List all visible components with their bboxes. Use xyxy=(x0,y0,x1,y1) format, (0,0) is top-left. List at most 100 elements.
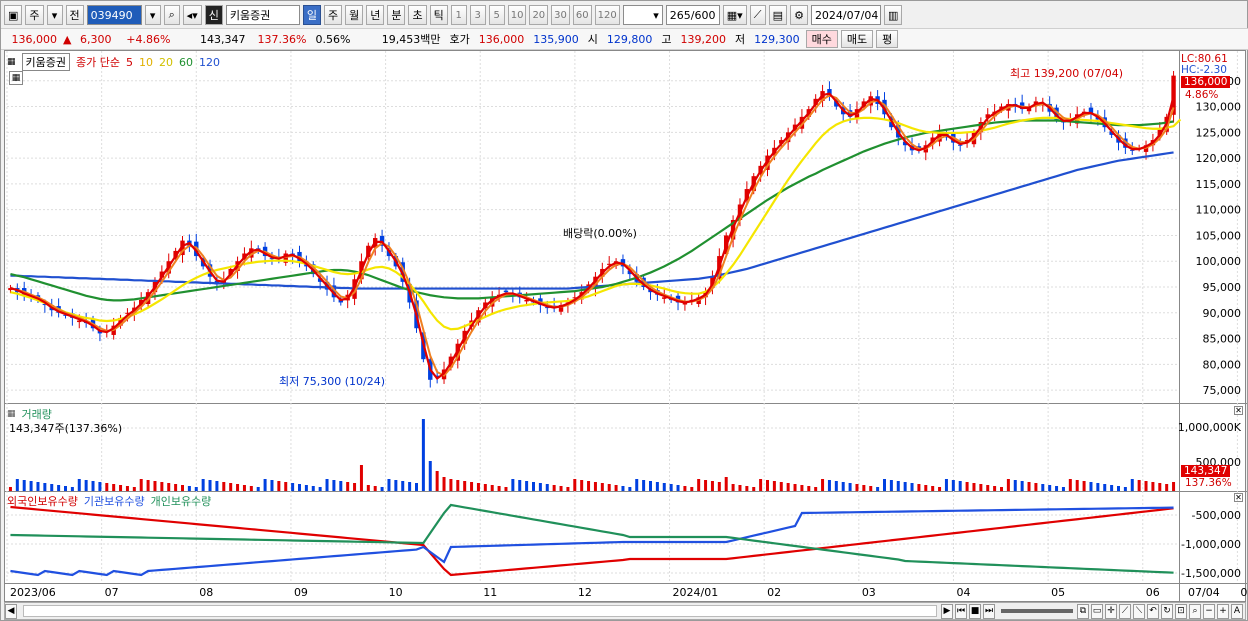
chart-svg[interactable]: 2023/06 07 08 09 10 11 12 2024/01 02 03 04 05 06 07 07… xyxy=(5,51,1247,603)
text-size-icon[interactable]: A xyxy=(1231,603,1243,619)
chart-style-icon[interactable]: ▦▾ xyxy=(722,5,747,25)
buy-button[interactable]: 매수 xyxy=(805,30,838,48)
chart-type-icon[interactable]: ▣ xyxy=(4,5,23,25)
undo-icon[interactable]: ↶ xyxy=(1147,603,1159,619)
volume-bar xyxy=(153,481,157,491)
panel-divider xyxy=(5,583,1247,584)
interval-custom-field[interactable]: ▾ xyxy=(622,5,663,25)
volume-bar xyxy=(208,480,212,491)
copy-icon[interactable]: ⧉ xyxy=(1077,603,1089,619)
turnover-rate: 0.56% xyxy=(315,32,351,46)
cross-line-icon[interactable]: ✛ xyxy=(1105,603,1117,619)
count-field[interactable]: 265/600 xyxy=(665,5,720,25)
zoom-in-icon[interactable]: + xyxy=(1217,603,1229,619)
period-second-button[interactable]: 초 xyxy=(408,5,427,25)
volume-bar xyxy=(814,487,818,491)
zoom-slider[interactable] xyxy=(1001,609,1073,613)
sell-button[interactable]: 매도 xyxy=(840,30,874,48)
scroll-track[interactable] xyxy=(23,605,937,617)
period-tick-button[interactable]: 틱 xyxy=(429,5,448,25)
volume-bar xyxy=(476,483,480,491)
period-month-button[interactable]: 월 xyxy=(345,5,364,25)
window-icon[interactable]: ▭ xyxy=(1091,603,1103,619)
save-icon[interactable]: ▤ xyxy=(768,5,788,25)
interval-20-button[interactable]: 20 xyxy=(529,5,549,25)
volume-bar xyxy=(1041,484,1045,491)
interval-5-button[interactable]: 5 xyxy=(488,5,505,25)
volume-bar xyxy=(394,480,398,491)
volume-panel-icon[interactable]: ▦ xyxy=(7,409,16,419)
interval-30-button[interactable]: 30 xyxy=(551,5,570,25)
volume-bar xyxy=(70,487,74,491)
go-first-icon[interactable]: ⏮ xyxy=(955,603,967,619)
ma5-label: 5 xyxy=(125,55,133,69)
volume-close-icon[interactable]: ✕ xyxy=(1234,406,1243,415)
stock-code-input[interactable]: 039490 xyxy=(86,5,142,25)
period-year-button[interactable]: 년 xyxy=(366,5,385,25)
ma10-label: 10 xyxy=(138,55,153,69)
x-tick-label: 07 xyxy=(1240,586,1247,599)
period-day-button[interactable]: 일 xyxy=(302,5,321,25)
new-badge[interactable]: 신 xyxy=(204,5,223,25)
dropdown-icon[interactable]: ▾ xyxy=(46,5,63,25)
tab-weekly[interactable]: 주 xyxy=(25,5,44,25)
eval-button[interactable]: 평 xyxy=(876,30,899,48)
zoom-out-icon[interactable]: − xyxy=(1203,603,1215,619)
current-price-tag: 136,000 xyxy=(1181,76,1231,88)
volume-bar xyxy=(463,481,467,491)
holding-legend: 외국인보유수량 기관보유수량 개인보유수량 xyxy=(7,493,211,509)
interval-120-button[interactable]: 120 xyxy=(594,5,620,25)
draw-line-icon[interactable]: ⟋ xyxy=(749,5,766,25)
stock-name-field[interactable]: 키움증권 xyxy=(225,5,300,25)
period-week-button[interactable]: 주 xyxy=(323,5,343,25)
menu-icon[interactable]: ▦ xyxy=(7,57,16,67)
scroll-right-icon[interactable]: ▶ xyxy=(941,603,953,619)
interval-10-button[interactable]: 10 xyxy=(507,5,527,25)
volume-bar xyxy=(311,486,315,491)
search-icon[interactable]: ⌕ xyxy=(163,5,180,25)
volume-bar xyxy=(662,483,666,491)
scroll-left-icon[interactable]: ◀ xyxy=(5,603,17,619)
volume-bar xyxy=(146,480,150,491)
volume-bar xyxy=(738,485,742,491)
volume-bar xyxy=(972,483,976,491)
lock-icon[interactable]: ⊡ xyxy=(1175,603,1187,619)
rotate-icon[interactable]: ↻ xyxy=(1161,603,1173,619)
stop-icon[interactable]: ■ xyxy=(969,603,981,619)
interval-60-button[interactable]: 60 xyxy=(572,5,592,25)
volume-bar xyxy=(635,479,639,491)
chart-area[interactable]: 2023/06 07 08 09 10 11 12 2024/01 02 03 04 05 06 07 07… xyxy=(4,50,1247,603)
volume-bar xyxy=(105,483,109,491)
volume-bar xyxy=(821,479,825,491)
grid-toggle-icon[interactable]: ▦ xyxy=(9,71,23,85)
date-input[interactable]: 2024/07/04 xyxy=(810,5,881,25)
draw-icon[interactable]: ⟋ xyxy=(1119,603,1131,619)
volume-bar xyxy=(222,482,226,491)
zoom-icon[interactable]: ⌕ xyxy=(1189,603,1201,619)
interval-1-button[interactable]: 1 xyxy=(450,5,467,25)
chart-scrollbar[interactable]: ◀ ▶ ⏮ ■ ⏭ ⧉ ▭ ✛ ⟋ ⟍ ↶ ↻ ⊡ ⌕ − + A xyxy=(4,602,1246,620)
volume-bar xyxy=(325,479,329,491)
volume-bar xyxy=(201,479,205,491)
calendar-icon[interactable]: ▥ xyxy=(883,5,903,25)
trend-icon[interactable]: ⟍ xyxy=(1133,603,1145,619)
volume-bar xyxy=(98,482,102,491)
volume-bar xyxy=(504,487,508,491)
volume-bar xyxy=(1034,483,1038,491)
volume-bar xyxy=(167,483,171,491)
count-value: 265 xyxy=(669,8,691,22)
volume-bar xyxy=(387,479,391,491)
volume-bar xyxy=(1123,487,1127,491)
volume-bar xyxy=(119,485,123,491)
gear-icon[interactable]: ⚙ xyxy=(790,5,808,25)
tab-all[interactable]: 전 xyxy=(65,5,84,25)
holding-close-icon[interactable]: ✕ xyxy=(1234,493,1243,502)
speaker-icon[interactable]: ◂▾ xyxy=(182,5,202,25)
interval-3-button[interactable]: 3 xyxy=(469,5,486,25)
volume-bar xyxy=(401,481,405,491)
period-minute-button[interactable]: 분 xyxy=(387,5,406,25)
hoga-label: 호가 xyxy=(449,33,470,46)
ma20-label: 20 xyxy=(158,55,173,69)
go-last-icon[interactable]: ⏭ xyxy=(983,603,995,619)
code-dropdown-icon[interactable]: ▾ xyxy=(144,5,161,25)
